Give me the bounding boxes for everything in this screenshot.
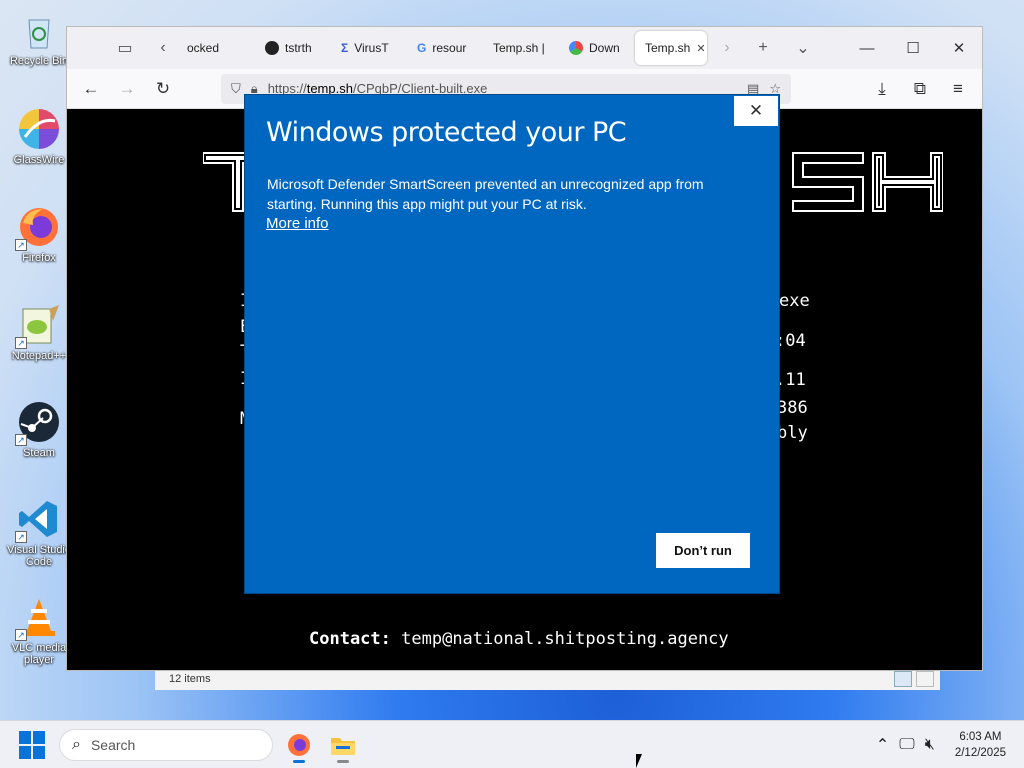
- vlc-icon: ↗: [15, 595, 61, 641]
- taskbar-firefox[interactable]: [279, 725, 319, 765]
- firefox-icon: ↗: [15, 205, 61, 251]
- mouse-cursor: [636, 754, 642, 768]
- github-icon: [265, 41, 279, 55]
- close-tab-icon[interactable]: ✕: [696, 42, 705, 55]
- desktop-icon-firefox[interactable]: ↗ Firefox: [4, 205, 74, 264]
- downloads-icon[interactable]: ⤓: [864, 71, 900, 107]
- system-tray: ⌃ 🖵︎ 🔇︎ 6:03 AM 2/12/2025: [876, 729, 1024, 761]
- close-window-icon[interactable]: ✕: [936, 27, 982, 69]
- tab-5[interactable]: Down: [559, 31, 635, 65]
- vscode-icon: ↗: [15, 497, 61, 543]
- smartscreen-dialog: ✕ Windows protected your PC Microsoft De…: [245, 95, 779, 593]
- tab-label: VirusT: [354, 41, 389, 55]
- item-count: 12 items: [169, 673, 211, 685]
- tab-label: Down: [589, 41, 620, 55]
- windows-logo-icon: [19, 730, 31, 744]
- page-text-fragment: exe: [779, 291, 810, 311]
- tab-2[interactable]: Σ VirusT: [331, 31, 407, 65]
- tab-label: Temp.sh |: [493, 41, 545, 55]
- desktop-icon-label: Steam: [23, 447, 55, 459]
- tab-0[interactable]: ocked: [177, 31, 255, 65]
- file-explorer-statusbar: 12 items: [155, 668, 940, 690]
- maximize-icon[interactable]: ☐: [890, 27, 936, 69]
- recycle-bin-icon: [17, 8, 61, 52]
- folder-icon: [331, 737, 355, 755]
- page-text-fragment: .11: [775, 370, 806, 390]
- tab-bar: ▭ ‹ ocked tstrth Σ VirusT G resour Temp.…: [67, 27, 982, 69]
- window-controls: — ☐ ✕: [844, 27, 982, 69]
- tab-4[interactable]: Temp.sh |: [483, 31, 559, 65]
- desktop-icon-label: Notepad++: [11, 350, 67, 362]
- notepad-plus-plus-icon: ↗: [15, 303, 61, 349]
- scroll-tabs-right-icon[interactable]: ›: [713, 34, 741, 62]
- virustotal-icon: Σ: [341, 41, 349, 55]
- tab-label: ocked: [187, 41, 220, 55]
- details-view-icon[interactable]: [894, 671, 912, 687]
- start-button[interactable]: [19, 730, 47, 759]
- firefox-icon: [288, 733, 310, 756]
- network-icon[interactable]: 🖵︎: [899, 736, 914, 754]
- google-icon: G: [417, 41, 427, 55]
- tab-6-active[interactable]: Temp.sh ✕: [635, 31, 707, 65]
- page-text-fragment: 386: [777, 398, 808, 418]
- desktop-icon-recycle-bin[interactable]: Recycle Bin: [4, 8, 74, 67]
- search-placeholder: Search: [90, 736, 136, 753]
- scroll-tabs-left-icon[interactable]: ‹: [149, 34, 177, 62]
- page-text-fragment: bly: [777, 423, 808, 443]
- forward-icon[interactable]: →: [109, 71, 145, 107]
- tiles-view-icon[interactable]: [916, 671, 934, 687]
- tab-label: Temp.sh: [645, 41, 691, 55]
- desktop-icon-label: VLC media player: [11, 642, 67, 666]
- taskbar-search[interactable]: ⌕ Search: [59, 728, 273, 761]
- toolbar-right: ⤓ ⧉ ≡: [864, 71, 982, 107]
- contact-label: Contact:: [309, 629, 391, 649]
- desktop-icon-label: GlassWire: [13, 154, 65, 166]
- back-icon[interactable]: ←: [73, 71, 109, 107]
- tab-1[interactable]: tstrth: [255, 31, 331, 65]
- dialog-title: Windows protected your PC: [266, 117, 627, 148]
- date: 2/12/2025: [954, 746, 1006, 759]
- taskbar: ⌕ Search ⌃ 🖵︎ 🔇︎ 6:03 AM 2/12/2025: [0, 720, 1024, 768]
- desktop-icon-notepadpp[interactable]: ↗ Notepad++: [4, 303, 74, 362]
- contact-email[interactable]: temp@national.shitposting.agency: [401, 629, 729, 649]
- url-text: https://temp.sh/CPqbP/Client-built.exe: [267, 81, 488, 96]
- desktop-icon-vscode[interactable]: ↗ Visual Studio Code: [4, 497, 74, 568]
- view-toggle[interactable]: [894, 671, 934, 687]
- list-all-tabs-icon[interactable]: ⌄: [789, 34, 817, 62]
- desktop-icon-steam[interactable]: ↗ Steam: [4, 400, 74, 459]
- desktop-icon-label: Visual Studio Code: [6, 544, 71, 568]
- tab-label: tstrth: [285, 41, 312, 55]
- download-site-icon: [569, 41, 583, 55]
- contact-line: Contact: temp@national.shitposting.agenc…: [309, 629, 729, 649]
- time: 6:03 AM: [959, 730, 1002, 743]
- more-info-link[interactable]: More info: [266, 215, 329, 232]
- menu-icon[interactable]: ≡: [940, 71, 976, 107]
- desktop-icon-label: Firefox: [22, 252, 56, 264]
- show-hidden-icons-icon[interactable]: ⌃: [876, 735, 889, 755]
- reload-icon[interactable]: ↻: [145, 71, 181, 107]
- steam-icon: ↗: [15, 400, 61, 446]
- desktop-icon-vlc[interactable]: ↗ VLC media player: [4, 595, 74, 666]
- desktop-icon-label: Recycle Bin: [9, 55, 69, 67]
- dont-run-button[interactable]: Don’t run: [656, 533, 750, 568]
- page-text-fragment: :04: [775, 331, 806, 351]
- search-icon: ⌕: [72, 735, 81, 753]
- minimize-icon[interactable]: —: [844, 27, 890, 69]
- volume-muted-icon[interactable]: 🔇︎: [925, 736, 935, 754]
- dialog-message: Microsoft Defender SmartScreen prevented…: [267, 176, 704, 212]
- clock[interactable]: 6:03 AM 2/12/2025: [955, 729, 1006, 761]
- glasswire-icon: [17, 107, 61, 151]
- new-tab-icon[interactable]: +: [749, 34, 777, 62]
- tab-3[interactable]: G resour: [407, 31, 483, 65]
- dialog-close-button[interactable]: ✕: [734, 96, 778, 126]
- tab-label: resour: [432, 41, 467, 55]
- tracking-shield-icon[interactable]: ⛉: [231, 81, 241, 97]
- extensions-icon[interactable]: ⧉: [902, 71, 938, 107]
- taskbar-file-explorer[interactable]: [323, 725, 363, 765]
- tab-list-icon[interactable]: ▭: [111, 34, 139, 62]
- desktop-icon-glasswire[interactable]: GlassWire: [4, 107, 74, 166]
